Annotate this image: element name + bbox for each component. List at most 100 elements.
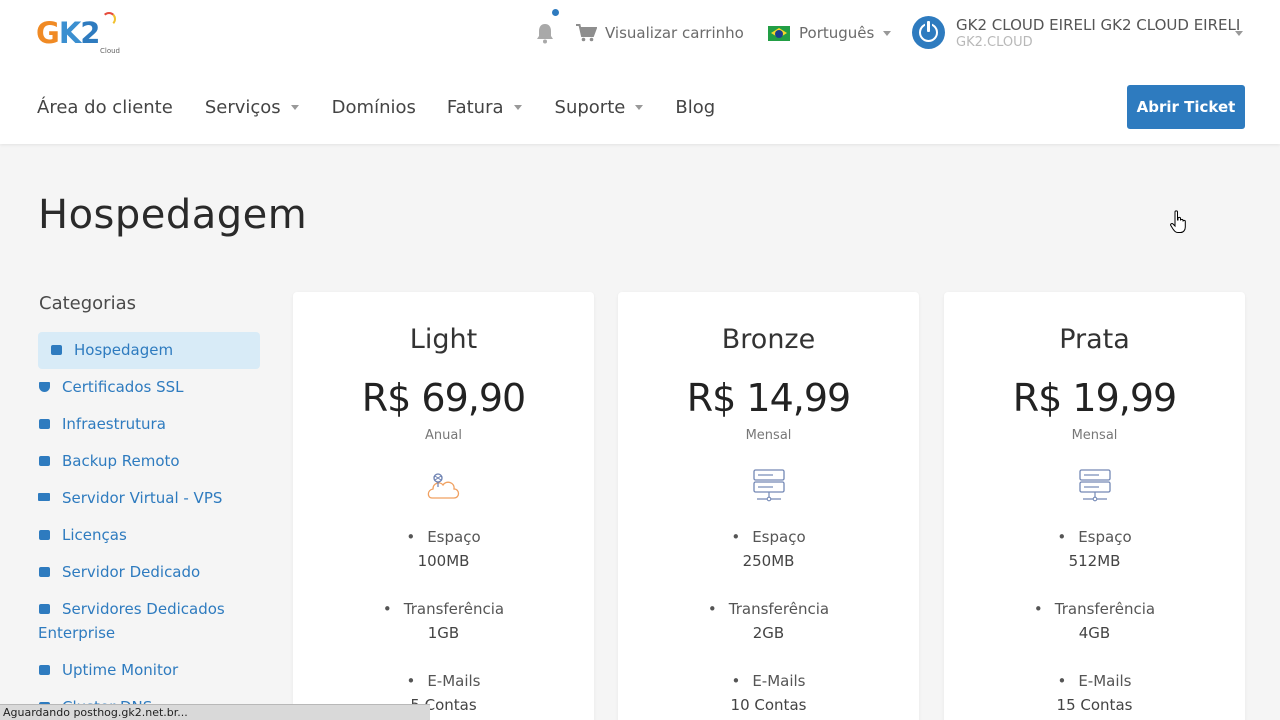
category-backup-remoto[interactable]: Backup Remoto — [38, 449, 260, 473]
nav-label: Suporte — [554, 96, 626, 118]
view-cart-link[interactable]: Visualizar carrinho — [576, 22, 744, 44]
nav-item-blog[interactable]: Blog — [675, 97, 715, 118]
box-icon — [39, 665, 50, 675]
logo-arc — [102, 12, 116, 26]
feature-value: 100MB — [417, 552, 470, 570]
category-licencas[interactable]: Licenças — [38, 523, 260, 547]
plan-cycle: Mensal — [1071, 428, 1118, 443]
brazil-flag-icon — [768, 25, 790, 41]
chevron-down-icon — [883, 30, 892, 36]
category-certificados-ssl[interactable]: Certificados SSL — [38, 375, 260, 399]
page-title: Hospedagem — [38, 192, 308, 238]
box-icon — [51, 345, 62, 355]
plan-feature: Transferência 2GB — [618, 597, 919, 645]
nav-label: Blog — [675, 96, 716, 118]
top-header: GK2 Cloud Visualizar carrinho Português … — [0, 0, 1280, 144]
category-servidor-virtual-vps[interactable]: Servidor Virtual - VPS — [38, 486, 260, 510]
power-avatar-icon — [912, 16, 945, 49]
feature-value: 15 Contas — [1056, 696, 1133, 714]
nav-item-servicos[interactable]: Serviços — [205, 97, 299, 118]
plan-price: R$ 69,90 — [361, 376, 526, 420]
main-nav: Área do cliente Serviços Domínios Fatura… — [37, 94, 715, 120]
plan-feature: Espaço 512MB — [944, 525, 1245, 573]
logo[interactable]: GK2 Cloud — [36, 12, 120, 56]
monitor-icon — [38, 493, 50, 501]
plan-card-prata: Prata R$ 19,99 Mensal Espaço 512MB Trans… — [944, 292, 1245, 720]
logo-subtext: Cloud — [100, 47, 120, 55]
browser-status-bar: Aguardando posthog.gk2.net.br... — [0, 704, 430, 720]
nav-label: Serviços — [204, 96, 281, 118]
logo-text: GK2 — [36, 16, 100, 50]
category-label: Servidor Dedicado — [62, 563, 201, 581]
plan-name: Prata — [1059, 324, 1130, 355]
chevron-down-icon — [290, 104, 299, 110]
category-servidor-dedicado[interactable]: Servidor Dedicado — [38, 560, 260, 584]
nav-label: Domínios — [331, 96, 416, 118]
open-ticket-button[interactable]: Abrir Ticket — [1127, 85, 1245, 129]
feature-name: E-Mails — [944, 669, 1245, 693]
server-icon — [751, 468, 787, 504]
notification-bell-icon[interactable] — [535, 9, 559, 44]
category-label: Backup Remoto — [62, 452, 180, 470]
category-infraestrutura[interactable]: Infraestrutura — [38, 412, 260, 436]
plan-feature: Transferência 1GB — [293, 597, 594, 645]
plan-price: R$ 14,99 — [686, 376, 851, 420]
plan-name: Bronze — [721, 324, 816, 355]
plan-card-light: Light R$ 69,90 Anual Espaço 100MB Transf… — [293, 292, 594, 720]
hand-cursor-icon — [1170, 210, 1186, 234]
box-icon — [39, 567, 50, 577]
plan-feature: Espaço 100MB — [293, 525, 594, 573]
cart-label: Visualizar carrinho — [605, 24, 744, 42]
language-selector[interactable]: Português — [768, 22, 892, 44]
server-icon — [1077, 468, 1113, 504]
notification-dot — [552, 9, 559, 16]
plan-feature: Transferência 4GB — [944, 597, 1245, 645]
nav-item-dominios[interactable]: Domínios — [332, 97, 416, 118]
feature-value: 4GB — [1078, 624, 1111, 642]
plan-card-bronze: Bronze R$ 14,99 Mensal Espaço 250MB Tran… — [618, 292, 919, 720]
language-label: Português — [799, 24, 875, 42]
category-label: Licenças — [62, 526, 127, 544]
feature-name: Espaço — [293, 525, 594, 549]
nav-item-fatura[interactable]: Fatura — [447, 97, 522, 118]
cloud-icon — [426, 468, 462, 504]
feature-name: E-Mails — [618, 669, 919, 693]
chevron-down-icon — [513, 104, 522, 110]
category-uptime-monitor[interactable]: Uptime Monitor — [38, 658, 260, 682]
feature-value: 1GB — [427, 624, 460, 642]
categories-title: Categorias — [39, 293, 136, 314]
category-label: Hospedagem — [74, 341, 174, 359]
plan-feature: E-Mails 15 Contas — [944, 669, 1245, 717]
account-name: GK2 CLOUD EIRELI GK2 CLOUD EIRELI — [956, 16, 1241, 34]
shield-icon — [39, 382, 50, 392]
feature-name: E-Mails — [293, 669, 594, 693]
category-servidores-dedicados-enterprise[interactable]: Servidores Dedicados Enterprise — [38, 597, 260, 645]
category-hospedagem[interactable]: Hospedagem — [38, 332, 260, 369]
nav-item-suporte[interactable]: Suporte — [555, 97, 644, 118]
feature-name: Espaço — [618, 525, 919, 549]
box-icon — [39, 456, 50, 466]
nav-label: Área do cliente — [37, 96, 173, 118]
feature-value: 2GB — [752, 624, 785, 642]
chevron-down-icon — [635, 104, 644, 110]
feature-value: 250MB — [742, 552, 795, 570]
category-label: Uptime Monitor — [62, 661, 179, 679]
account-menu[interactable]: GK2 CLOUD EIRELI GK2 CLOUD EIRELI GK2.CL… — [912, 14, 1252, 54]
box-icon — [39, 419, 50, 429]
cart-icon — [576, 24, 597, 42]
category-label: Infraestrutura — [62, 415, 166, 433]
feature-value: 10 Contas — [730, 696, 807, 714]
plan-price: R$ 19,99 — [1012, 376, 1177, 420]
account-domain: GK2.CLOUD — [956, 35, 1033, 50]
plan-name: Light — [409, 324, 478, 355]
feature-name: Transferência — [944, 597, 1245, 621]
feature-value: 512MB — [1068, 552, 1121, 570]
plan-cycle: Anual — [425, 428, 462, 443]
category-label: Servidor Virtual - VPS — [62, 489, 223, 507]
category-label: Servidores Dedicados Enterprise — [38, 600, 225, 642]
plan-feature: E-Mails 10 Contas — [618, 669, 919, 717]
nav-item-area-do-cliente[interactable]: Área do cliente — [37, 97, 173, 118]
nav-label: Fatura — [446, 96, 504, 118]
plan-cycle: Mensal — [745, 428, 792, 443]
box-icon — [39, 530, 50, 540]
